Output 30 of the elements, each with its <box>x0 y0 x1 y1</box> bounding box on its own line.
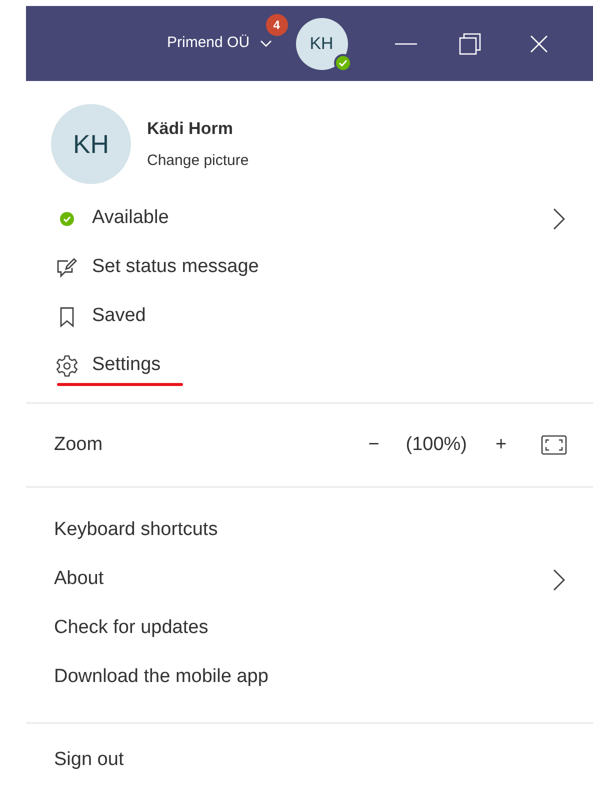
edit-message-icon <box>56 256 78 278</box>
zoom-in-button[interactable]: + <box>487 430 515 460</box>
menu-item[interactable]: About <box>26 555 593 604</box>
menu-item[interactable]: Saved <box>26 292 593 341</box>
menu-item[interactable]: Check for updates <box>26 604 593 653</box>
menu-item[interactable]: Available <box>26 194 593 243</box>
settings-icon <box>55 354 79 378</box>
fullscreen-icon[interactable] <box>541 435 567 455</box>
presence-check-icon <box>60 212 74 226</box>
zoom-out-button[interactable]: − <box>360 430 388 460</box>
chevron-right-icon <box>553 208 565 230</box>
avatar[interactable]: KH <box>296 18 348 70</box>
restore-icon[interactable] <box>458 32 481 54</box>
close-icon[interactable] <box>530 34 548 52</box>
change-picture-link[interactable]: Change picture <box>147 150 249 172</box>
chevron-down-icon[interactable] <box>260 40 272 48</box>
profile-avatar[interactable]: KH <box>51 104 131 184</box>
notification-badge: 4 <box>266 14 288 36</box>
zoom-value: (100%) <box>406 432 467 457</box>
menu-item[interactable]: Keyboard shortcuts <box>26 506 593 555</box>
organization-name[interactable]: Primend OÜ <box>167 32 250 55</box>
minimize-icon[interactable] <box>394 42 417 44</box>
bookmark-icon <box>59 306 75 328</box>
menu-item[interactable]: Download the mobile app <box>26 653 593 702</box>
chevron-right-icon <box>553 568 565 590</box>
menu-item[interactable]: Settings <box>26 341 593 390</box>
sign-out-item[interactable]: Sign out <box>26 724 593 796</box>
zoom-label: Zoom <box>54 432 104 457</box>
user-name: Kädi Horm <box>147 118 234 140</box>
menu-item[interactable]: Set status message <box>26 243 593 292</box>
